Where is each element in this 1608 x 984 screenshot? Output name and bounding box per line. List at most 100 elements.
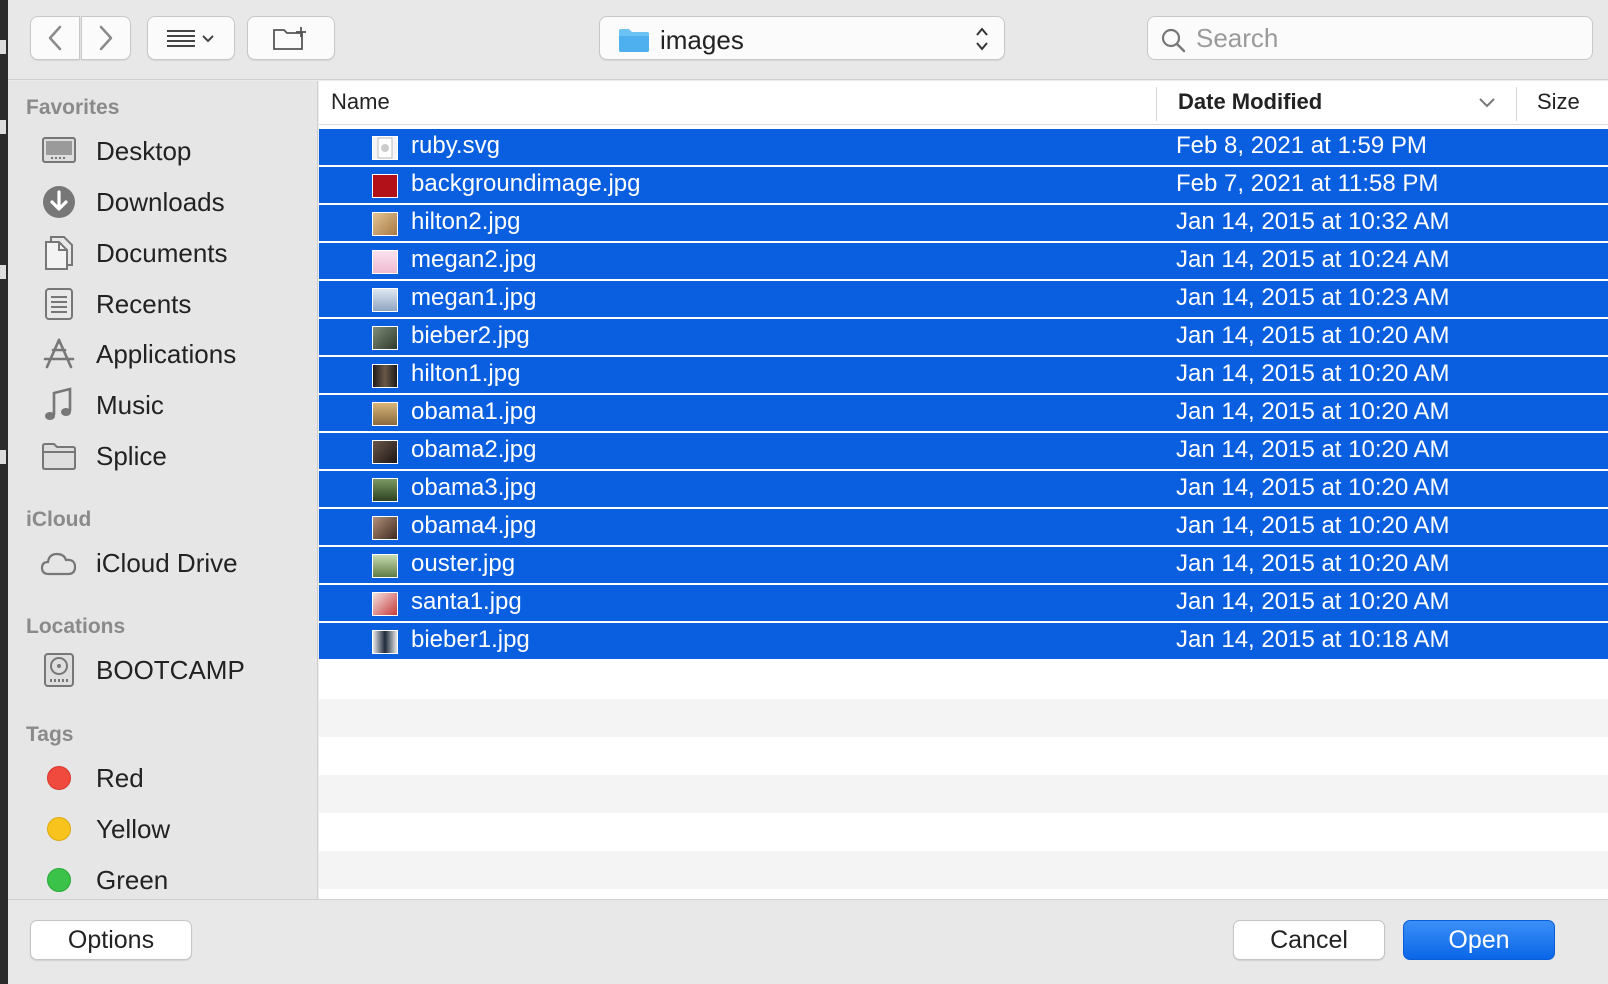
empty-row xyxy=(319,737,1608,775)
file-row[interactable]: obama4.jpg Jan 14, 2015 at 10:20 AM xyxy=(319,509,1608,547)
file-date: Jan 14, 2015 at 10:20 AM xyxy=(1176,322,1450,349)
file-name: bieber1.jpg xyxy=(411,626,530,653)
forward-button[interactable] xyxy=(81,16,131,60)
file-row[interactable]: obama1.jpg Jan 14, 2015 at 10:20 AM xyxy=(319,395,1608,433)
sidebar-item-label: Documents xyxy=(96,237,228,268)
file-name: ruby.svg xyxy=(411,132,500,159)
file-date: Jan 14, 2015 at 10:20 AM xyxy=(1176,550,1450,577)
file-row[interactable]: backgroundimage.jpg Feb 7, 2021 at 11:58… xyxy=(319,167,1608,205)
sort-chevron-down-icon[interactable] xyxy=(1478,97,1496,109)
sidebar-item-bootcamp[interactable]: BOOTCAMP xyxy=(38,647,308,693)
desktop-icon xyxy=(38,131,80,171)
file-name: bieber2.jpg xyxy=(411,322,530,349)
sidebar-item-music[interactable]: Music xyxy=(38,382,308,428)
image-thumbnail-icon xyxy=(372,478,398,502)
empty-row xyxy=(319,851,1608,889)
sidebar-item-splice[interactable]: Splice xyxy=(38,433,308,479)
file-date: Jan 14, 2015 at 10:20 AM xyxy=(1176,398,1450,425)
column-divider[interactable] xyxy=(1516,87,1517,121)
red-tag-dot-icon xyxy=(47,766,71,790)
file-row[interactable]: obama3.jpg Jan 14, 2015 at 10:20 AM xyxy=(319,471,1608,509)
cancel-button[interactable]: Cancel xyxy=(1233,920,1385,960)
file-row[interactable]: hilton1.jpg Jan 14, 2015 at 10:20 AM xyxy=(319,357,1608,395)
column-divider[interactable] xyxy=(1156,87,1157,121)
disk-icon xyxy=(38,650,80,690)
image-thumbnail-icon xyxy=(372,630,398,654)
sidebar-tag-green[interactable]: Green xyxy=(38,857,308,899)
file-name: obama1.jpg xyxy=(411,398,537,425)
empty-row xyxy=(319,889,1608,899)
empty-row xyxy=(319,661,1608,699)
file-row[interactable]: santa1.jpg Jan 14, 2015 at 10:20 AM xyxy=(319,585,1608,623)
file-date: Jan 14, 2015 at 10:23 AM xyxy=(1176,284,1450,311)
empty-row xyxy=(319,699,1608,737)
file-row[interactable]: megan1.jpg Jan 14, 2015 at 10:23 AM xyxy=(319,281,1608,319)
file-list: Name Date Modified Size ruby.svg Feb 8, … xyxy=(319,81,1608,899)
file-row[interactable]: bieber2.jpg Jan 14, 2015 at 10:20 AM xyxy=(319,319,1608,357)
sidebar-tag-red[interactable]: Red xyxy=(38,755,308,801)
icloud-section-label: iCloud xyxy=(26,508,92,531)
back-button[interactable] xyxy=(30,16,80,60)
sidebar-item-desktop[interactable]: Desktop xyxy=(38,128,308,174)
up-down-chevron-icon xyxy=(976,27,988,51)
search-input[interactable] xyxy=(1196,21,1576,55)
new-folder-button[interactable] xyxy=(247,16,335,60)
image-thumbnail-icon xyxy=(372,592,398,616)
background-window-edge xyxy=(0,0,8,984)
image-thumbnail-icon xyxy=(372,364,398,388)
location-label: images xyxy=(660,25,744,55)
file-name: hilton1.jpg xyxy=(411,360,521,387)
tags-section-label: Tags xyxy=(26,723,74,746)
svg-file-icon xyxy=(372,136,398,160)
applications-icon xyxy=(38,334,80,374)
image-thumbnail-icon xyxy=(372,212,398,236)
open-button[interactable]: Open xyxy=(1403,920,1555,960)
image-thumbnail-icon xyxy=(372,554,398,578)
view-options-button[interactable] xyxy=(147,16,235,60)
file-row[interactable]: megan2.jpg Jan 14, 2015 at 10:24 AM xyxy=(319,243,1608,281)
file-row[interactable]: obama2.jpg Jan 14, 2015 at 10:20 AM xyxy=(319,433,1608,471)
list-view-icon xyxy=(167,30,214,47)
file-row[interactable]: ruby.svg Feb 8, 2021 at 1:59 PM xyxy=(319,129,1608,167)
music-icon xyxy=(38,385,80,425)
sidebar-item-label: Green xyxy=(96,864,169,895)
column-header-date-modified[interactable]: Date Modified xyxy=(1178,81,1322,125)
options-button[interactable]: Options xyxy=(30,920,192,960)
file-date: Jan 14, 2015 at 10:20 AM xyxy=(1176,360,1450,387)
sidebar-item-label: Recents xyxy=(96,288,192,319)
new-folder-icon xyxy=(273,27,306,50)
folder-icon xyxy=(38,436,80,476)
file-row[interactable]: hilton2.jpg Jan 14, 2015 at 10:32 AM xyxy=(319,205,1608,243)
sidebar-item-label: Desktop xyxy=(96,135,192,166)
column-header-size[interactable]: Size xyxy=(1537,81,1580,125)
file-date: Jan 14, 2015 at 10:20 AM xyxy=(1176,512,1450,539)
file-row[interactable]: ouster.jpg Jan 14, 2015 at 10:20 AM xyxy=(319,547,1608,585)
file-open-dialog: images Favorites Desktop xyxy=(0,0,1608,984)
favorites-section-label: Favorites xyxy=(26,96,120,119)
sidebar-tag-yellow[interactable]: Yellow xyxy=(38,806,308,852)
file-date: Jan 14, 2015 at 10:18 AM xyxy=(1176,626,1450,653)
file-rows: ruby.svg Feb 8, 2021 at 1:59 PM backgrou… xyxy=(319,129,1608,899)
image-thumbnail-icon xyxy=(372,326,398,350)
file-name: megan1.jpg xyxy=(411,284,537,311)
file-date: Jan 14, 2015 at 10:20 AM xyxy=(1176,474,1450,501)
column-header-name[interactable]: Name xyxy=(331,81,390,125)
sidebar-item-icloud-drive[interactable]: iCloud Drive xyxy=(38,540,308,586)
sidebar-item-downloads[interactable]: Downloads xyxy=(38,179,308,225)
sidebar-item-documents[interactable]: Documents xyxy=(38,230,308,276)
location-popup[interactable]: images xyxy=(599,16,1005,60)
sidebar-item-label: Splice xyxy=(96,440,167,471)
file-name: megan2.jpg xyxy=(411,246,537,273)
chevron-right-icon xyxy=(99,25,113,51)
sidebar-item-applications[interactable]: Applications xyxy=(38,331,308,377)
downloads-icon xyxy=(38,182,80,222)
file-row[interactable]: bieber1.jpg Jan 14, 2015 at 10:18 AM xyxy=(319,623,1608,661)
file-name: santa1.jpg xyxy=(411,588,522,615)
locations-section-label: Locations xyxy=(26,615,126,638)
file-name: obama4.jpg xyxy=(411,512,537,539)
green-tag-dot-icon xyxy=(47,868,71,892)
search-field[interactable] xyxy=(1147,16,1593,60)
image-thumbnail-icon xyxy=(372,440,398,464)
list-header: Name Date Modified Size xyxy=(319,81,1608,125)
sidebar-item-recents[interactable]: Recents xyxy=(38,281,308,327)
